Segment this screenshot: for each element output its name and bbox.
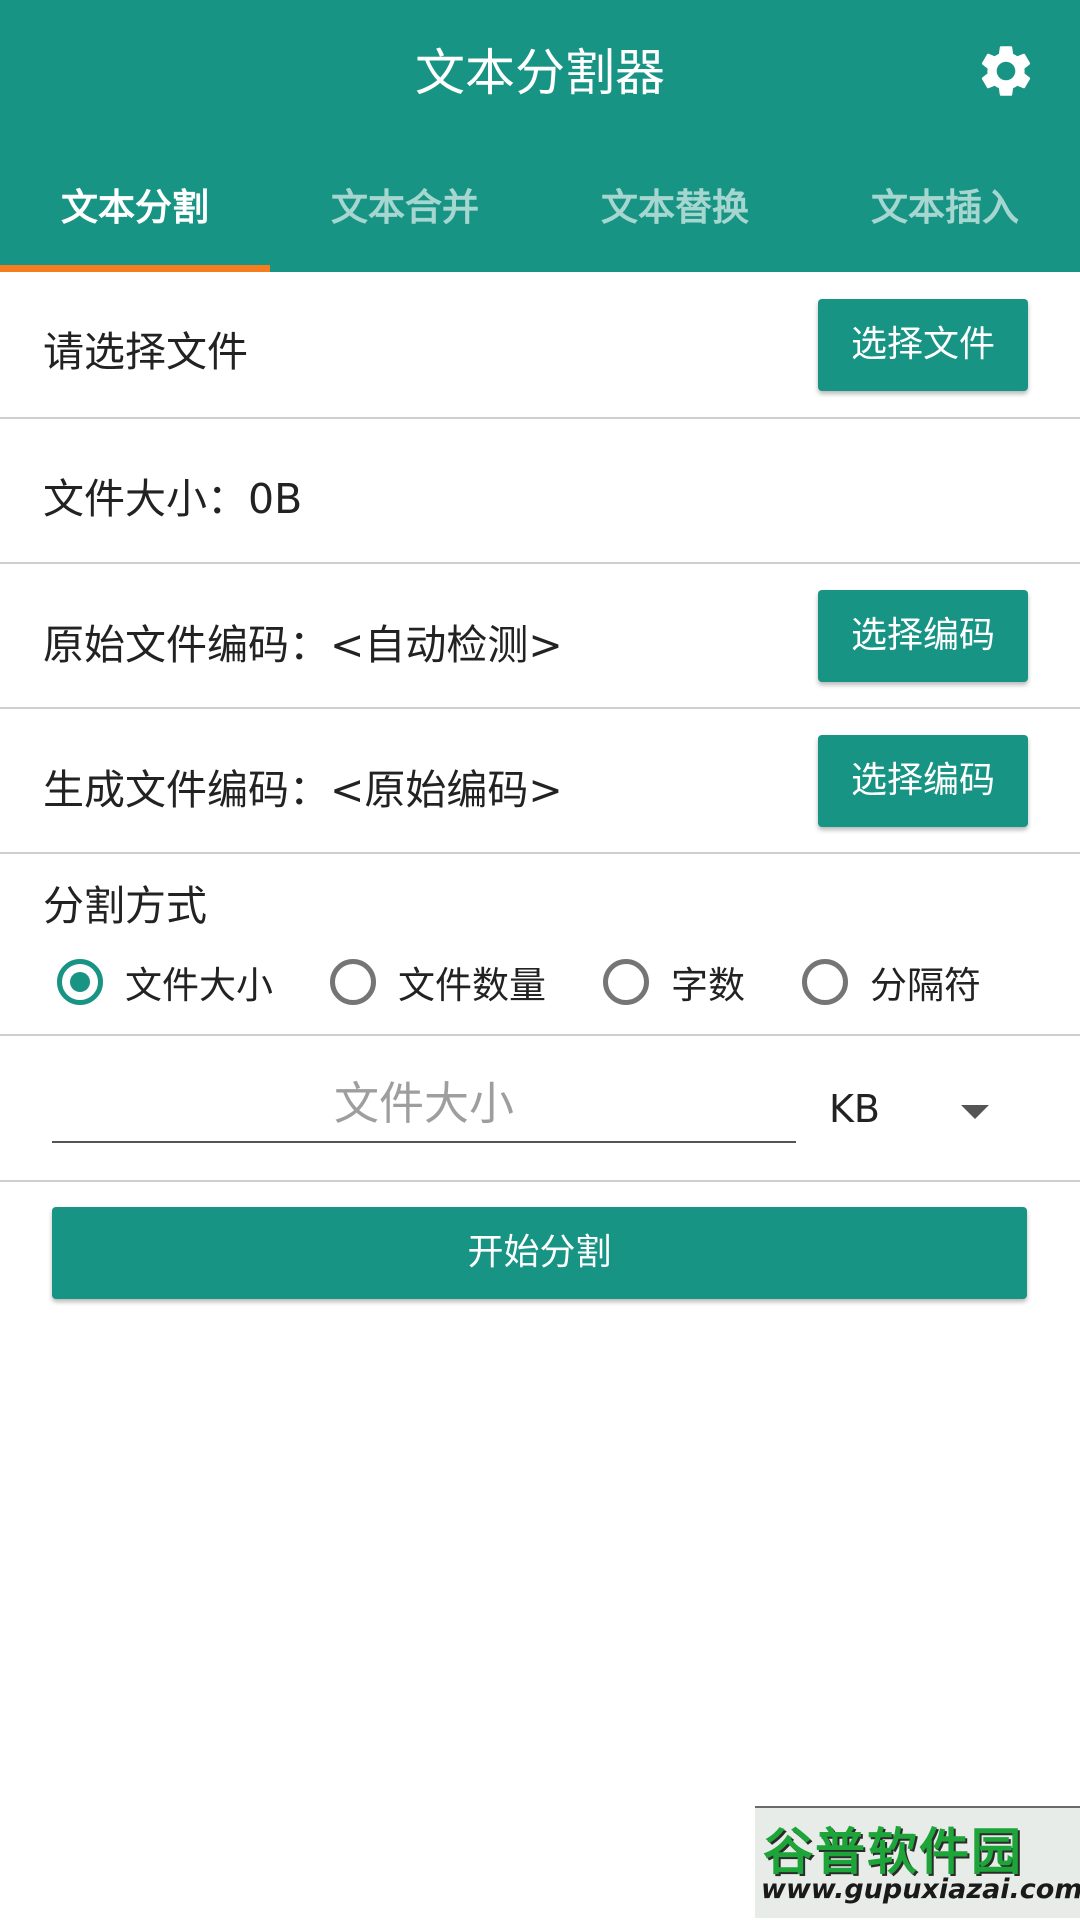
file-size-row: 文件大小：0B	[0, 419, 1080, 564]
output-encoding-row: 生成文件编码：<原始编码> 选择编码	[0, 709, 1080, 854]
file-select-row: 请选择文件 选择文件	[0, 272, 1080, 419]
radio-label: 字数	[671, 964, 745, 1007]
file-size-label: 文件大小：0B	[43, 475, 303, 523]
radio-label: 文件大小	[125, 964, 273, 1007]
radio-unchecked-icon	[330, 959, 376, 1005]
choose-file-button[interactable]: 选择文件	[818, 299, 1028, 391]
radio-unchecked-icon	[603, 959, 649, 1005]
unit-dropdown[interactable]: KB	[826, 1075, 996, 1145]
tab-text-split[interactable]: 文本分割	[0, 160, 270, 272]
watermark-url: www.gupuxiazai.com	[761, 1874, 1080, 1905]
split-mode-title: 分割方式	[43, 882, 207, 930]
tab-text-insert[interactable]: 文本插入	[810, 160, 1080, 272]
radio-checked-icon	[57, 959, 103, 1005]
app-bar: 文本分割器 文本分割 文本合并 文本替换 文本插入	[0, 0, 1080, 272]
tab-indicator	[0, 265, 270, 272]
split-mode-radio-group: 文件大小 文件数量 字数 分隔符	[0, 952, 1080, 1012]
radio-label: 文件数量	[398, 964, 546, 1007]
gear-icon[interactable]	[975, 40, 1037, 102]
radio-by-word-count[interactable]: 字数	[603, 952, 745, 1012]
output-encoding-label: 生成文件编码：<原始编码>	[43, 766, 563, 814]
tab-label: 文本分割	[61, 186, 209, 229]
tab-bar: 文本分割 文本合并 文本替换 文本插入	[0, 160, 1080, 272]
choose-source-encoding-button[interactable]: 选择编码	[818, 590, 1028, 682]
watermark-logo: 谷普软件园 www.gupuxiazai.com	[755, 1806, 1080, 1918]
tab-text-merge[interactable]: 文本合并	[270, 160, 540, 272]
radio-label: 分隔符	[870, 964, 981, 1007]
source-encoding-label: 原始文件编码：<自动检测>	[43, 621, 563, 669]
tab-text-replace[interactable]: 文本替换	[540, 160, 810, 272]
radio-by-file-count[interactable]: 文件数量	[330, 952, 546, 1012]
tab-label: 文本替换	[601, 186, 749, 229]
start-split-button[interactable]: 开始分割	[52, 1207, 1027, 1299]
app-title: 文本分割器	[415, 44, 665, 102]
tab-label: 文本插入	[871, 186, 1019, 229]
choose-output-encoding-button[interactable]: 选择编码	[818, 735, 1028, 827]
radio-unchecked-icon	[802, 959, 848, 1005]
dropdown-arrow-icon	[961, 1105, 989, 1119]
tab-label: 文本合并	[331, 186, 479, 229]
radio-by-file-size[interactable]: 文件大小	[57, 952, 273, 1012]
source-encoding-row: 原始文件编码：<自动检测> 选择编码	[0, 564, 1080, 709]
radio-by-separator[interactable]: 分隔符	[802, 952, 981, 1012]
file-select-label: 请选择文件	[43, 328, 248, 376]
file-size-input[interactable]	[52, 1065, 796, 1143]
unit-value: KB	[829, 1087, 880, 1131]
